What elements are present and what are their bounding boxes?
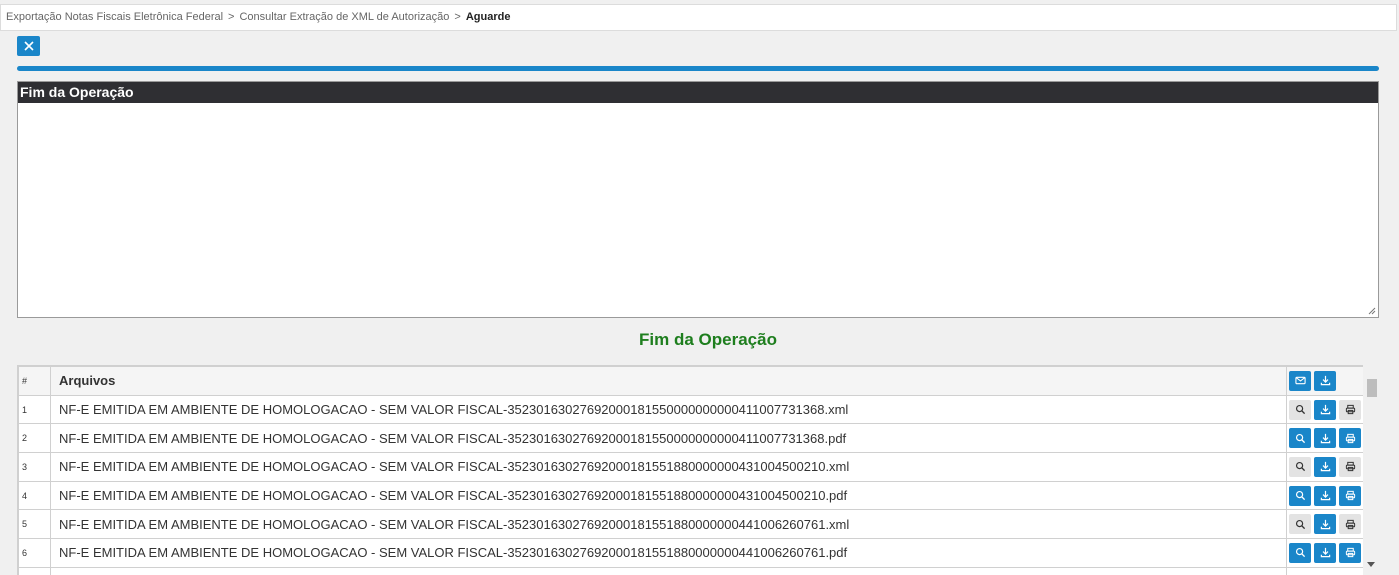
progress-bar (17, 66, 1379, 71)
row-number: 5 (18, 509, 51, 540)
file-name: NF-E EMITIDA EM AMBIENTE DE HOMOLOGACAO … (50, 423, 1287, 454)
download-file-button[interactable] (1314, 514, 1336, 535)
print-file-button[interactable] (1339, 456, 1361, 477)
close-icon (23, 41, 34, 51)
log-panel-title: Fim da Operação (18, 82, 1378, 103)
row-actions (1286, 480, 1365, 511)
breadcrumb-separator: > (454, 11, 461, 23)
breadcrumb: Exportação Notas Fiscais Eletrônica Fede… (0, 4, 1397, 31)
row-number: 4 (18, 480, 51, 511)
print-icon (1345, 519, 1355, 529)
download-icon (1320, 491, 1330, 501)
search-icon (1295, 548, 1305, 558)
print-icon (1345, 548, 1355, 558)
print-icon (1345, 490, 1355, 501)
row-number: 2 (18, 423, 51, 454)
table-row: 4 NF-E EMITIDA EM AMBIENTE DE HOMOLOGACAO… (18, 480, 1365, 511)
file-name: NF-E EMITIDA EM AMBIENTE DE HOMOLOGACAO … (50, 452, 1287, 482)
table-row: 6 NF-E EMITIDA EM AMBIENTE DE HOMOLOGACAO… (18, 538, 1365, 568)
print-icon (1345, 433, 1355, 443)
table-row: 5 NF-E EMITIDA EM AMBIENTE DE HOMOLOGACAO… (18, 509, 1365, 540)
view-file-button[interactable] (1289, 456, 1311, 477)
mail-icon (1294, 377, 1306, 385)
close-button[interactable] (17, 36, 40, 56)
view-file-button[interactable] (1289, 514, 1311, 535)
row-actions (1286, 452, 1365, 482)
breadcrumb-item-export[interactable]: Exportação Notas Fiscais Eletrônica Fede… (6, 11, 223, 23)
breadcrumb-item-consult[interactable]: Consultar Extração de XML de Autorização (239, 11, 449, 23)
download-icon (1320, 519, 1330, 530)
print-file-button[interactable] (1339, 514, 1361, 535)
row-actions (1286, 509, 1365, 540)
table-row-partial (18, 566, 1365, 575)
row-actions (1286, 538, 1365, 568)
table-scrollbar[interactable] (1363, 365, 1381, 575)
print-file-button[interactable] (1339, 399, 1361, 420)
table-row: 1 NF-E EMITIDA EM AMBIENTE DE HOMOLOGACAO… (18, 394, 1365, 425)
row-actions (1286, 423, 1365, 454)
download-icon (1320, 376, 1330, 386)
download-icon (1320, 462, 1330, 472)
file-name: NF-E EMITIDA EM AMBIENTE DE HOMOLOGACAO … (50, 538, 1287, 568)
search-icon (1295, 491, 1305, 501)
scroll-down-arrow-icon[interactable] (1367, 562, 1375, 567)
view-file-button[interactable] (1289, 542, 1311, 563)
print-icon (1345, 404, 1355, 415)
row-number: 6 (18, 538, 51, 568)
table-row: 3 NF-E EMITIDA EM AMBIENTE DE HOMOLOGACAO… (18, 452, 1365, 482)
row-number (18, 566, 51, 575)
resize-grip-icon[interactable] (1368, 307, 1376, 315)
print-file-button[interactable] (1339, 485, 1361, 506)
scroll-up-area[interactable] (1363, 365, 1381, 379)
download-icon (1320, 404, 1330, 415)
search-icon (1295, 462, 1305, 472)
view-file-button[interactable] (1289, 485, 1311, 506)
column-header-number: # (18, 366, 51, 396)
download-file-button[interactable] (1314, 399, 1336, 420)
row-actions (1286, 394, 1365, 425)
table-header-row: # Arquivos (18, 366, 1365, 396)
print-file-button[interactable] (1339, 542, 1361, 563)
progress-fill (17, 66, 1379, 71)
file-name (50, 566, 1287, 575)
status-message: Fim da Operação (639, 330, 777, 349)
download-file-button[interactable] (1314, 428, 1336, 449)
download-icon (1320, 433, 1330, 443)
row-actions (1286, 566, 1365, 575)
table-row: 2 NF-E EMITIDA EM AMBIENTE DE HOMOLOGACAO… (18, 423, 1365, 454)
log-panel: Fim da Operação (17, 81, 1379, 318)
search-icon (1295, 433, 1305, 443)
file-name: NF-E EMITIDA EM AMBIENTE DE HOMOLOGACAO … (50, 394, 1287, 425)
print-file-button[interactable] (1339, 428, 1361, 449)
file-name: NF-E EMITIDA EM AMBIENTE DE HOMOLOGACAO … (50, 509, 1287, 540)
scroll-thumb[interactable] (1367, 379, 1377, 397)
search-icon (1295, 519, 1305, 529)
download-icon (1320, 548, 1330, 558)
email-all-button[interactable] (1289, 370, 1311, 391)
row-number: 1 (18, 394, 51, 425)
download-all-button[interactable] (1314, 370, 1336, 391)
download-file-button[interactable] (1314, 485, 1336, 506)
files-table-container: # Arquivos 1 NF-E EMITIDA EM AMBIENTE DE … (17, 365, 1381, 575)
view-file-button[interactable] (1289, 399, 1311, 420)
search-icon (1295, 404, 1305, 415)
breadcrumb-separator: > (228, 11, 235, 23)
row-number: 3 (18, 452, 51, 482)
column-header-actions (1286, 366, 1365, 396)
download-file-button[interactable] (1314, 542, 1336, 563)
files-table: # Arquivos 1 NF-E EMITIDA EM AMBIENTE DE … (18, 366, 1365, 575)
file-name: NF-E EMITIDA EM AMBIENTE DE HOMOLOGACAO … (50, 480, 1287, 511)
breadcrumb-current: Aguarde (465, 11, 511, 23)
download-file-button[interactable] (1314, 456, 1336, 477)
view-file-button[interactable] (1289, 428, 1311, 449)
log-textarea[interactable] (18, 103, 1378, 316)
column-header-files: Arquivos (50, 366, 1287, 396)
print-icon (1345, 462, 1355, 472)
